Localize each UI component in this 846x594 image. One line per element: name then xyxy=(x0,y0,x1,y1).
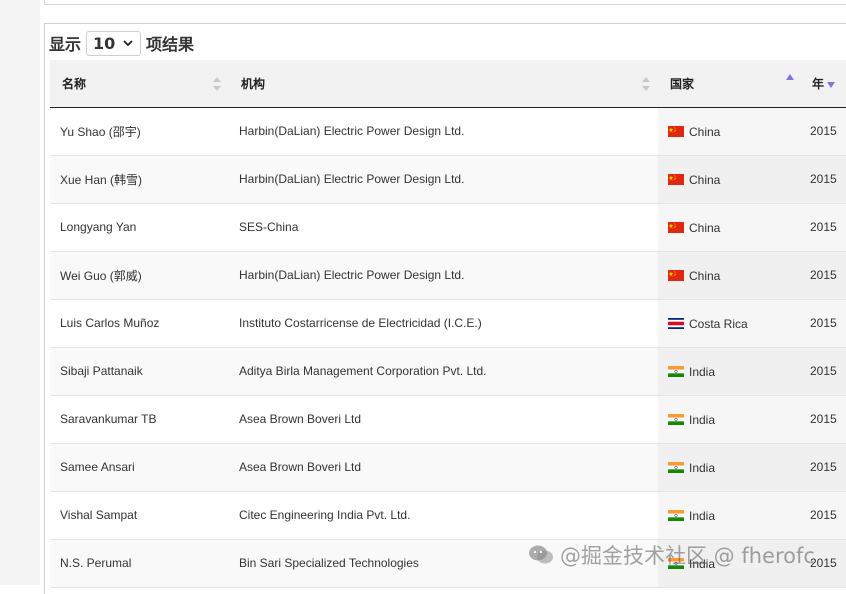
column-header-country[interactable]: 国家 xyxy=(658,60,800,108)
cell-year: 2015 xyxy=(800,539,846,587)
cell-org: Citec Engineering India Pvt. Ltd. xyxy=(239,508,411,522)
cell-org: Instituto Costarricense de Electricidad … xyxy=(239,316,482,330)
table-row: N.S. Perumal Bin Sari Specialized Technol… xyxy=(50,539,846,587)
cell-country: China xyxy=(658,251,800,299)
sort-both-icon xyxy=(213,77,221,91)
length-menu-prefix: 显示 xyxy=(49,35,82,54)
sort-descending-icon xyxy=(827,82,835,88)
page-length-select[interactable]: 10 xyxy=(86,30,142,56)
cell-country: China xyxy=(658,203,800,251)
cell-org: Harbin(DaLian) Electric Power Design Ltd… xyxy=(239,172,465,186)
cell-country: China xyxy=(658,155,800,203)
cell-country: India xyxy=(658,395,800,443)
cell-name: Sibaji Pattanaik xyxy=(60,364,143,378)
cell-name: Longyang Yan xyxy=(60,220,137,234)
column-header-label: 机构 xyxy=(241,76,266,91)
country-label: China xyxy=(689,124,721,139)
column-header-year[interactable]: 年 xyxy=(800,60,846,108)
cell-year: 2015 xyxy=(800,491,846,539)
country-label: China xyxy=(689,172,721,187)
india-flag-icon xyxy=(668,461,684,473)
cell-name: Saravankumar TB xyxy=(60,412,157,426)
cell-country: India xyxy=(658,347,800,395)
table-row: Wei Guo (郭威) Harbin(DaLian) Electric Powe… xyxy=(50,251,846,299)
length-menu: 显示 10 项结果 xyxy=(49,30,194,56)
table-row: Sibaji Pattanaik Aditya Birla Management … xyxy=(50,347,846,395)
cell-year: 2015 xyxy=(800,347,846,395)
cell-country: China xyxy=(658,107,800,155)
cell-name: Wei Guo (郭威) xyxy=(60,268,142,283)
cell-country: India xyxy=(658,443,800,491)
table-row: Longyang Yan SES-China China 2015 xyxy=(50,203,846,251)
chevron-down-icon xyxy=(123,40,133,47)
india-flag-icon xyxy=(668,509,684,521)
cell-org: Harbin(DaLian) Electric Power Design Ltd… xyxy=(239,268,465,282)
china-flag-icon xyxy=(668,221,684,233)
cell-org: SES-China xyxy=(239,220,299,234)
cell-year: 2015 xyxy=(800,251,846,299)
column-header-label: 国家 xyxy=(670,76,695,91)
cell-year: 2015 xyxy=(800,107,846,155)
country-label: India xyxy=(689,412,716,427)
cell-year: 2015 xyxy=(800,395,846,443)
india-flag-icon xyxy=(668,557,684,569)
table-row: Samee Ansari Asea Brown Boveri Ltd India 20… xyxy=(50,443,846,491)
china-flag-icon xyxy=(668,125,684,137)
cell-year: 2015 xyxy=(800,443,846,491)
country-label: India xyxy=(689,460,716,475)
column-header-label: 年 xyxy=(812,76,825,91)
cell-name: Xue Han (韩雪) xyxy=(60,172,143,187)
cell-org: Harbin(DaLian) Electric Power Design Ltd… xyxy=(239,124,465,138)
cell-name: Samee Ansari xyxy=(60,460,135,474)
table-header-row: 名称 机构 国家 年 xyxy=(50,60,846,108)
sort-ascending-icon xyxy=(786,74,794,80)
country-label: India xyxy=(689,556,716,571)
cell-year: 2015 xyxy=(800,299,846,347)
sort-both-icon xyxy=(642,77,650,91)
country-label: India xyxy=(689,364,716,379)
column-header-org[interactable]: 机构 xyxy=(229,60,658,108)
column-header-name[interactable]: 名称 xyxy=(50,60,229,108)
previous-card-edge xyxy=(44,0,846,5)
page-length-value: 10 xyxy=(93,33,116,53)
table-row: Xue Han (韩雪) Harbin(DaLian) Electric Powe… xyxy=(50,155,846,203)
country-label: China xyxy=(689,268,721,283)
cell-year: 2015 xyxy=(800,203,846,251)
country-label: China xyxy=(689,220,721,235)
india-flag-icon xyxy=(668,413,684,425)
china-flag-icon xyxy=(668,269,684,281)
cell-year: 2015 xyxy=(800,155,846,203)
left-gutter xyxy=(0,0,40,585)
cell-name: Vishal Sampat xyxy=(60,508,138,522)
cell-name: Luis Carlos Muñoz xyxy=(60,316,160,330)
cell-org: Asea Brown Boveri Ltd xyxy=(239,412,362,426)
table-row: Saravankumar TB Asea Brown Boveri Ltd Indi… xyxy=(50,395,846,443)
cell-name: N.S. Perumal xyxy=(60,556,132,570)
column-header-label: 名称 xyxy=(62,76,87,91)
table-row: Yu Shao (邵宇) Harbin(DaLian) Electric Powe… xyxy=(50,107,846,155)
cell-org: Asea Brown Boveri Ltd xyxy=(239,460,362,474)
country-label: Costa Rica xyxy=(689,316,748,331)
india-flag-icon xyxy=(668,365,684,377)
cell-org: Bin Sari Specialized Technologies xyxy=(239,556,419,570)
results-table: 名称 机构 国家 年 Yu Shao (邵宇) Harbin(DaLian) El… xyxy=(50,60,846,588)
cell-name: Yu Shao (邵宇) xyxy=(60,124,141,139)
table-row: Luis Carlos Muñoz Instituto Costarricense… xyxy=(50,299,846,347)
table-row: Vishal Sampat Citec Engineering India Pvt… xyxy=(50,491,846,539)
cell-org: Aditya Birla Management Corporation Pvt.… xyxy=(239,364,487,378)
cell-country: Costa Rica xyxy=(658,299,800,347)
china-flag-icon xyxy=(668,173,684,185)
length-menu-suffix: 项结果 xyxy=(146,35,195,54)
cell-country: India xyxy=(658,491,800,539)
country-label: India xyxy=(689,508,716,523)
results-panel: 显示 10 项结果 名称 机构 国家 年 Yu Shao (邵宇) Harbin… xyxy=(44,23,846,594)
costa-rica-flag-icon xyxy=(668,317,684,329)
cell-country: India xyxy=(658,539,800,587)
